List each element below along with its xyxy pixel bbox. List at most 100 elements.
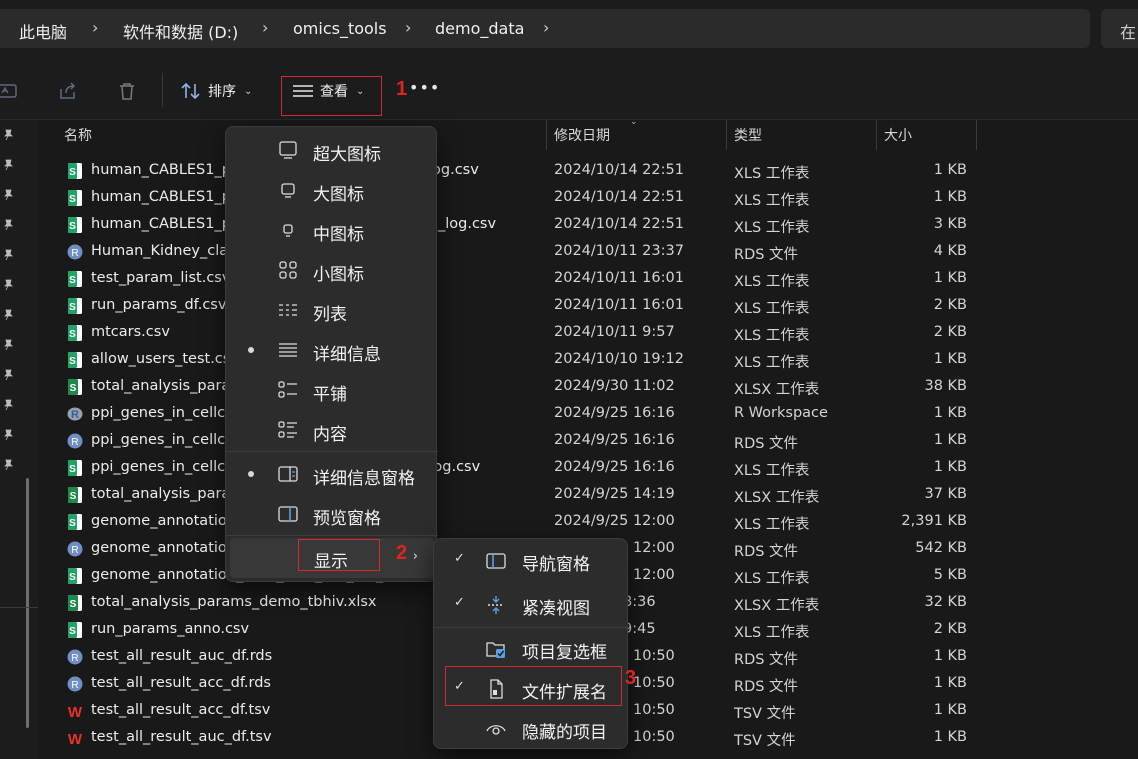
rename-icon[interactable] [0, 80, 18, 102]
table-row[interactable]: S total_analysis_para 2024/9/30 11:02 XL… [40, 374, 1138, 401]
breadcrumb-demo-data[interactable]: demo_data [435, 19, 524, 38]
content-view-icon [278, 421, 297, 438]
table-row[interactable]: S human_CABLES1_p _log.csv 2024/10/14 22… [40, 212, 1138, 239]
file-size: 1 KB [933, 648, 967, 664]
pin-icon[interactable] [2, 279, 14, 291]
file-size: 1 KB [933, 729, 967, 745]
submenu-item-navigation-pane[interactable]: ✓ 导航窗格 [434, 540, 629, 582]
file-type: XLS 工作表 [734, 193, 810, 209]
table-row[interactable]: S mtcars.csv 2024/10/11 9:57 XLS 工作表 2 K… [40, 320, 1138, 347]
breadcrumb-drive-d[interactable]: 软件和数据 (D:) [123, 19, 238, 43]
pin-icon[interactable] [2, 189, 14, 201]
file-type: XLS 工作表 [734, 328, 810, 344]
column-header-size[interactable]: 大小 [884, 125, 912, 145]
menu-item-list[interactable]: 列表 [226, 290, 438, 330]
table-row[interactable]: S human_CABLES1_p log.csv 2024/10/14 22:… [40, 158, 1138, 185]
menu-item-tiles[interactable]: 平铺 [226, 370, 438, 410]
breadcrumb-omics-tools[interactable]: omics_tools [293, 19, 387, 38]
item-checkbox-icon [486, 642, 505, 658]
pin-icon[interactable] [2, 219, 14, 231]
file-type: RDS 文件 [734, 652, 799, 668]
table-row[interactable]: S genome_annotatio 2024/9/25 12:00 XLS 工… [40, 509, 1138, 536]
svg-text:S: S [69, 275, 76, 286]
breadcrumb-separator-icon[interactable]: › [405, 18, 411, 37]
submenu-item-item-checkboxes[interactable]: 项目复选框 [434, 628, 629, 670]
table-row[interactable]: R ppi_genes_in_cellc 2024/9/25 16:16 RDS… [40, 428, 1138, 455]
breadcrumb-this-pc[interactable]: 此电脑 [19, 19, 67, 43]
table-row[interactable]: S allow_users_test.cs 2024/10/10 19:12 X… [40, 347, 1138, 374]
rds-file-icon: R [67, 244, 83, 260]
table-row[interactable]: S ppi_genes_in_cellc res_log.csv 2024/9/… [40, 455, 1138, 482]
menu-item-extra-large-icons[interactable]: 超大图标 [226, 130, 438, 170]
nav-scrollbar[interactable] [26, 478, 29, 728]
file-name: total_analysis_para [91, 486, 231, 502]
search-placeholder: 在 [1120, 23, 1137, 42]
pin-icon[interactable] [2, 309, 14, 321]
csv-file-icon: S [68, 352, 82, 368]
medium-icons-icon [283, 224, 293, 237]
menu-item-content[interactable]: 内容 [226, 410, 438, 450]
column-header-type[interactable]: 类型 [734, 125, 762, 145]
submenu-item-hidden-items[interactable]: 隐藏的项目 [434, 708, 629, 750]
pin-icon[interactable] [2, 399, 14, 411]
menu-item-medium-icons[interactable]: 中图标 [226, 210, 438, 250]
column-header-name[interactable]: 名称 [64, 125, 92, 145]
menu-item-small-icons[interactable]: 小图标 [226, 250, 438, 290]
file-name: test_all_result_auc_df.tsv [91, 729, 272, 745]
table-row[interactable]: R ppi_genes_in_cellc 2024/9/25 16:16 R W… [40, 401, 1138, 428]
pin-icon[interactable] [2, 429, 14, 441]
pin-icon[interactable] [2, 159, 14, 171]
menu-item-details-pane[interactable]: 详细信息窗格 [226, 454, 438, 494]
column-divider[interactable] [976, 120, 977, 150]
preview-pane-icon [278, 506, 298, 522]
toolbar-divider [162, 73, 163, 107]
file-type: RDS 文件 [734, 247, 799, 263]
csv-file-icon: S [68, 514, 82, 530]
svg-text:S: S [69, 572, 76, 583]
menu-item-details[interactable]: 详细信息 [226, 330, 438, 370]
svg-text:R: R [71, 409, 79, 421]
check-icon: ✓ [454, 551, 465, 566]
file-name: human_CABLES1_p [91, 162, 231, 178]
details-pane-icon [278, 466, 298, 482]
table-row[interactable]: S run_params_df.csv 2024/10/11 16:01 XLS… [40, 293, 1138, 320]
search-box[interactable]: 在 [1101, 9, 1138, 48]
view-button[interactable]: 查看 ⌄ [292, 78, 364, 104]
table-row[interactable]: R Human_Kidney_cla 2024/10/11 23:37 RDS … [40, 239, 1138, 266]
file-name: Human_Kidney_cla [91, 243, 229, 259]
csv-file-icon: S [68, 460, 82, 476]
pin-icon[interactable] [2, 339, 14, 351]
pin-icon[interactable] [2, 459, 14, 471]
breadcrumb-separator-icon[interactable]: › [92, 18, 98, 37]
table-row[interactable]: S total_analysis_para 2024/9/25 14:19 XL… [40, 482, 1138, 509]
file-size: 4 KB [933, 243, 967, 259]
more-options-button[interactable]: ••• [409, 78, 440, 97]
breadcrumb-separator-icon[interactable]: › [543, 18, 549, 37]
annotation-box-3 [445, 666, 622, 706]
file-size: 2,391 KB [901, 513, 967, 529]
breadcrumb-separator-icon[interactable]: › [262, 18, 268, 37]
address-bar[interactable]: 此电脑 › 软件和数据 (D:) › omics_tools › demo_da… [0, 9, 1090, 48]
menu-item-large-icons[interactable]: 大图标 [226, 170, 438, 210]
sort-button[interactable]: 排序 ⌄ [180, 78, 252, 104]
menu-item-preview-pane[interactable]: 预览窗格 [226, 494, 438, 534]
delete-icon[interactable] [116, 80, 138, 102]
file-type: TSV 文件 [734, 733, 796, 749]
file-type: XLS 工作表 [734, 625, 810, 641]
file-size: 2 KB [933, 297, 967, 313]
submenu-item-compact-view[interactable]: ✓ 紧凑视图 [434, 584, 629, 626]
share-icon[interactable] [57, 80, 79, 102]
menu-item-label: 预览窗格 [313, 509, 381, 529]
column-divider[interactable] [876, 120, 877, 150]
column-divider[interactable] [726, 120, 727, 150]
list-view-icon [279, 304, 297, 316]
tiles-view-icon [278, 381, 297, 398]
table-row[interactable]: S human_CABLES1_p 2024/10/14 22:51 XLS 工… [40, 185, 1138, 212]
column-divider[interactable] [546, 120, 547, 150]
annotation-number-2: 2 [396, 542, 408, 564]
table-row[interactable]: S test_param_list.csv 2024/10/11 16:01 X… [40, 266, 1138, 293]
column-header-date[interactable]: 修改日期 [554, 125, 610, 145]
pin-icon[interactable] [2, 369, 14, 381]
pin-icon[interactable] [2, 249, 14, 261]
pin-icon[interactable] [2, 129, 14, 141]
